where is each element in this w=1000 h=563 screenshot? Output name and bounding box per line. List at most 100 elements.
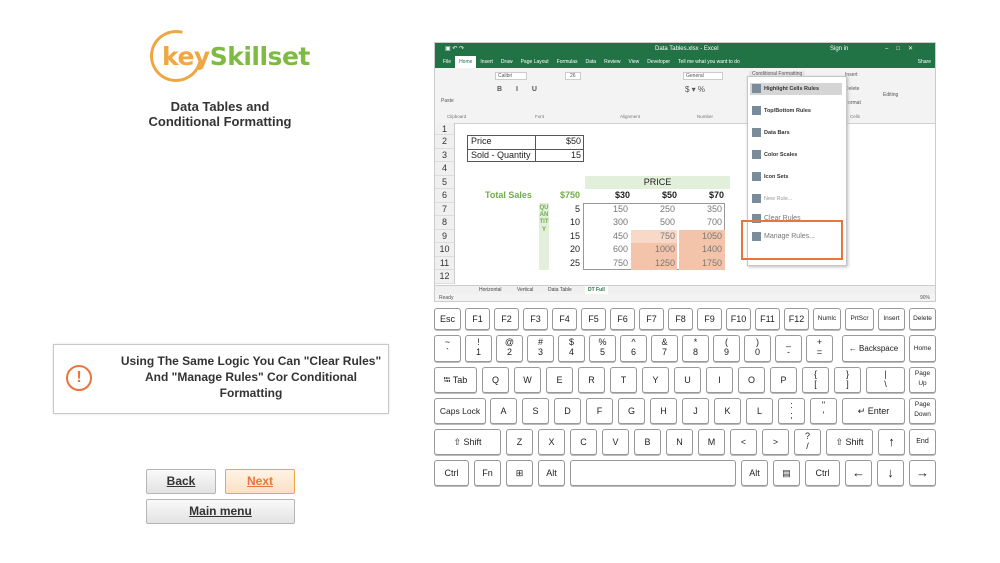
key-arrow-right[interactable]: → [909,460,936,486]
key-h[interactable]: H [650,398,677,424]
key-b[interactable]: B [634,429,661,455]
key-u[interactable]: U [674,367,701,393]
result-cell[interactable]: 150 [585,203,628,217]
key-equals[interactable]: + = [806,335,833,362]
key-enter[interactable]: ↵ Enter [842,398,905,424]
key-delete[interactable]: Delete [909,308,936,330]
price-col-1[interactable]: $30 [585,189,630,203]
number-format-select[interactable]: General [683,72,723,80]
cell-sold-value[interactable]: 15 [537,149,581,163]
main-menu-button[interactable]: Main menu [146,499,295,524]
qty-cell[interactable]: 20 [550,243,580,257]
tab-formulas[interactable]: Formulas [553,56,582,68]
key-f12[interactable]: F12 [784,308,809,330]
key-0[interactable]: ) 0 [744,335,771,362]
key-d[interactable]: D [554,398,581,424]
key-page-down[interactable]: Page Down [909,398,936,424]
key-7[interactable]: & 7 [651,335,678,362]
result-cell[interactable]: 1400 [679,243,722,257]
key-ctrl-left[interactable]: Ctrl [434,460,469,486]
key-quote[interactable]: " ' [810,398,837,424]
key-f1[interactable]: F1 [465,308,490,330]
menu-icon-sets[interactable]: Icon Sets [752,171,788,183]
key-4[interactable]: $4 [558,335,585,362]
key-ctrl-right[interactable]: Ctrl [805,460,840,486]
key-tab[interactable]: ⭾ Tab [434,367,477,393]
result-cell[interactable]: 600 [585,243,628,257]
key-f4[interactable]: F4 [552,308,577,330]
key-backslash[interactable]: | \ [866,367,905,393]
key-c[interactable]: C [570,429,597,455]
key-j[interactable]: J [682,398,709,424]
qty-cell[interactable]: 5 [550,203,580,217]
tab-view[interactable]: View [625,56,644,68]
key-k[interactable]: K [714,398,741,424]
key-fn[interactable]: Fn [474,460,501,486]
result-cell[interactable]: 700 [679,216,722,230]
key-f3[interactable]: F3 [523,308,548,330]
key-backspace[interactable]: ← Backspace [842,335,905,362]
key-caps-lock[interactable]: Caps Lock [434,398,486,424]
font-name-select[interactable]: Calibri [495,72,528,80]
result-cell[interactable]: 450 [585,230,628,244]
worksheet-grid[interactable]: 1 2 3 4 5 6 7 8 9 10 11 12 Price $50 Sol… [435,123,935,285]
price-header[interactable]: PRICE [585,175,730,189]
key-f11[interactable]: F11 [755,308,780,330]
cell-sold-label[interactable]: Sold - Quantity [471,149,531,163]
key-m[interactable]: M [698,429,725,455]
tab-developer[interactable]: Developer [643,56,674,68]
key-numlock[interactable]: Numlc [813,308,841,330]
window-controls[interactable]: –□✕ [885,43,921,56]
key-arrow-left[interactable]: ← [845,460,872,486]
menu-top-bottom-rules[interactable]: Top/Bottom Rules [752,105,811,117]
key-page-up[interactable]: Page Up [909,367,936,393]
qty-cell[interactable]: 10 [550,216,580,230]
key-alt-right[interactable]: Alt [741,460,768,486]
price-col-3[interactable]: $70 [679,189,724,203]
key-8[interactable]: * 8 [682,335,709,362]
key-f9[interactable]: F9 [697,308,722,330]
key-y[interactable]: Y [642,367,669,393]
currency-icon[interactable]: $ ▾ % [685,85,705,94]
editing-button[interactable]: Editing [883,92,898,98]
key-f7[interactable]: F7 [639,308,664,330]
tab-page-layout[interactable]: Page Layout [517,56,553,68]
key-r[interactable]: R [578,367,605,393]
key-space[interactable] [570,460,736,486]
result-cell[interactable]: 1750 [679,257,722,271]
key-less-than[interactable]: < [730,429,757,455]
key-shift-right[interactable]: ⇧ Shift [826,429,873,455]
key-a[interactable]: A [490,398,517,424]
key-w[interactable]: W [514,367,541,393]
total-sales-value[interactable]: $750 [540,189,580,203]
tab-review[interactable]: Review [600,56,624,68]
tab-draw[interactable]: Draw [497,56,517,68]
qty-cell[interactable]: 25 [550,257,580,271]
key-5[interactable]: % 5 [589,335,616,362]
tab-file[interactable]: File [439,56,455,68]
quantity-label[interactable]: QUANTITY [539,202,549,270]
key-v[interactable]: V [602,429,629,455]
total-sales-label[interactable]: Total Sales [485,189,532,203]
tab-insert[interactable]: Insert [476,56,497,68]
result-cell[interactable]: 750 [632,230,675,244]
key-bracket-right[interactable]: }] [834,367,861,393]
key-f5[interactable]: F5 [581,308,606,330]
key-1[interactable]: ! 1 [465,335,492,362]
result-cell[interactable]: 300 [585,216,628,230]
back-button[interactable]: Back [146,469,216,494]
windows-key-icon[interactable]: ⊞ [506,460,533,486]
format-cells-button[interactable]: Format [845,100,861,106]
menu-key-icon[interactable]: ▤ [773,460,800,486]
menu-new-rule[interactable]: New Rule... [752,193,792,205]
key-prtscr[interactable]: PrtScr [845,308,874,330]
key-f10[interactable]: F10 [726,308,751,330]
share-button[interactable]: Share [914,56,935,68]
key-2[interactable]: @2 [496,335,523,362]
key-insert[interactable]: Insert [878,308,905,330]
key-f[interactable]: F [586,398,613,424]
price-col-2[interactable]: $50 [632,189,677,203]
menu-color-scales[interactable]: Color Scales [752,149,797,161]
tell-me[interactable]: Tell me what you want to do [674,56,744,68]
key-greater-than[interactable]: > [762,429,789,455]
